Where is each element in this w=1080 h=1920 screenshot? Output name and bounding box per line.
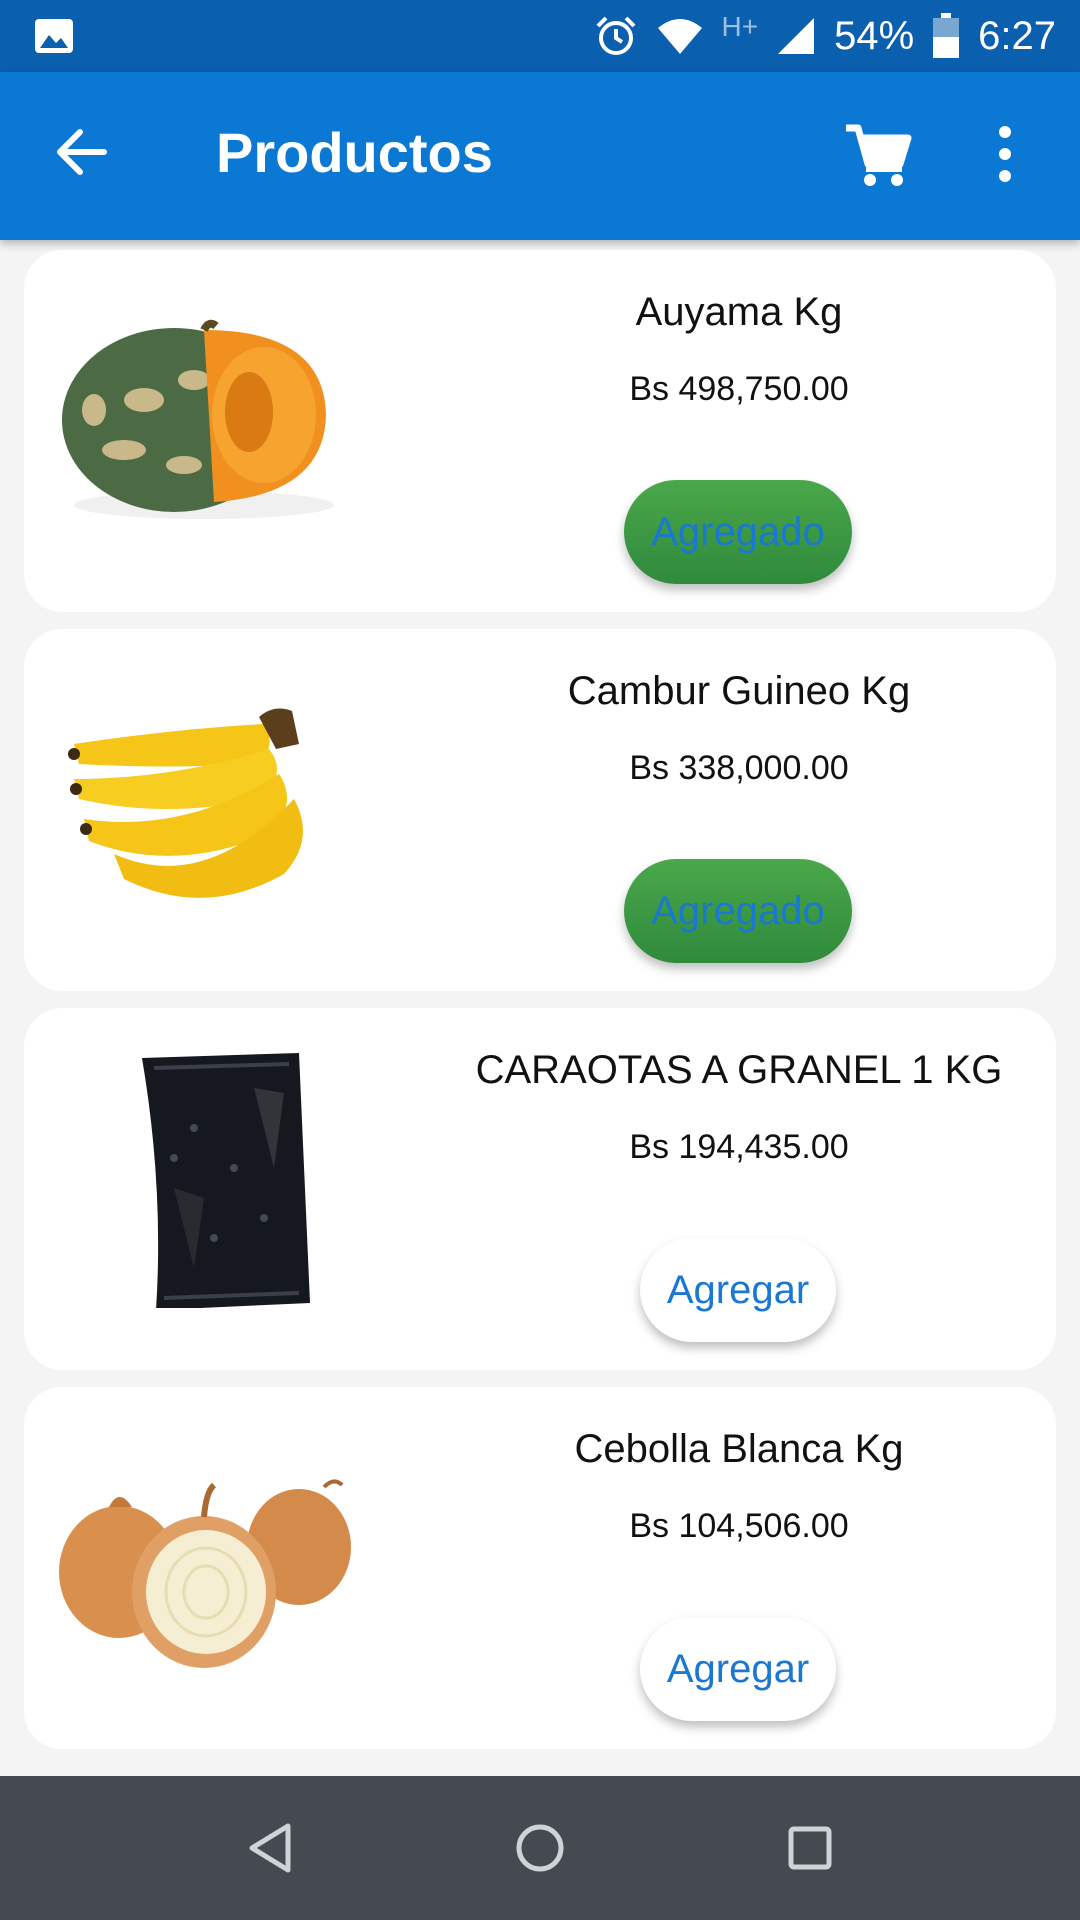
product-image-pumpkin: [62, 319, 334, 519]
cart-icon[interactable]: [842, 120, 912, 190]
product-card: CARAOTAS A GRANEL 1 KG Bs 194,435.00 Agr…: [24, 1008, 1056, 1370]
product-name: Cambur Guineo Kg: [567, 669, 911, 713]
product-name: Auyama Kg: [635, 290, 843, 334]
product-name: CARAOTAS A GRANEL 1 KG: [475, 1048, 1003, 1092]
product-price: Bs 104,506.00: [629, 1507, 849, 1545]
product-image-bananas: [68, 708, 303, 898]
nav-recents-icon[interactable]: [786, 1820, 834, 1876]
signal-icon: [778, 18, 815, 54]
product-list[interactable]: Auyama Kg Bs 498,750.00 Agregado Cambur …: [0, 240, 1080, 1776]
product-price: Bs 194,435.00: [629, 1128, 849, 1166]
product-price: Bs 338,000.00: [629, 749, 849, 787]
more-options-icon[interactable]: [990, 124, 1020, 184]
nav-home-icon[interactable]: [512, 1820, 568, 1876]
network-type: H+: [721, 11, 759, 42]
battery-percent: 54%: [834, 13, 915, 58]
back-arrow-icon[interactable]: [52, 122, 112, 182]
battery-icon: [933, 13, 960, 58]
nav-back-icon[interactable]: [246, 1820, 294, 1876]
product-card: Cebolla Blanca Kg Bs 104,506.00 Agregar: [24, 1387, 1056, 1749]
product-card: Auyama Kg Bs 498,750.00 Agregado: [24, 250, 1056, 612]
product-price: Bs 498,750.00: [629, 370, 849, 408]
navigation-bar: [0, 1776, 1080, 1920]
page-title: Productos: [216, 121, 493, 184]
image-notification-icon: [35, 19, 73, 53]
add-button[interactable]: Agregar: [640, 1617, 836, 1721]
alarm-icon: [596, 16, 635, 55]
status-bar: H+ 54% 6:27: [0, 0, 1080, 72]
product-image-black-beans-bag: [142, 1053, 310, 1308]
clock: 6:27: [978, 13, 1056, 58]
product-name: Cebolla Blanca Kg: [574, 1427, 904, 1471]
product-card: Cambur Guineo Kg Bs 338,000.00 Agregado: [24, 629, 1056, 991]
product-image-onions: [59, 1479, 351, 1668]
add-button[interactable]: Agregar: [640, 1238, 836, 1342]
wifi-icon: [657, 19, 702, 54]
added-button[interactable]: Agregado: [624, 859, 852, 963]
app-bar: Productos: [0, 72, 1080, 240]
added-button[interactable]: Agregado: [624, 480, 852, 584]
